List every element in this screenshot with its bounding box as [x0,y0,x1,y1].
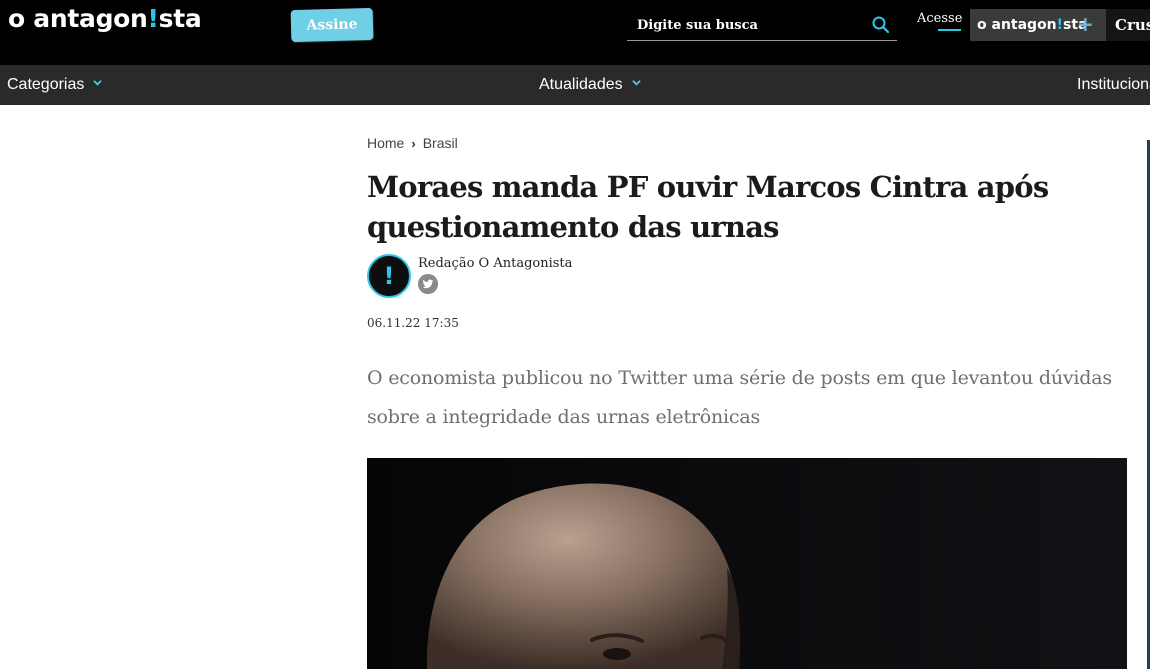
partner-brand-button[interactable]: Crusoé [1106,9,1150,41]
search-input[interactable] [627,12,862,39]
nav-updates-label: Atualidades [539,76,623,93]
site-logo[interactable]: o antagon!sta [8,4,202,33]
plus-icon: + [1077,12,1094,36]
search-bar [627,12,897,41]
login-label: Acesse [917,11,963,26]
breadcrumb-section[interactable]: Brasil [423,135,458,151]
subscribe-button[interactable]: Assine [290,7,374,43]
search-icon[interactable] [871,15,891,35]
author-name[interactable]: Redação O Antagonista [418,256,572,271]
plus-brand-text: o antagon [977,17,1057,33]
nav-updates[interactable]: Atualidades [539,65,641,105]
login-underline [938,29,961,31]
logo-text: o antagon [8,4,148,33]
breadcrumb-home[interactable]: Home [367,135,404,151]
login-link[interactable]: Acesse [917,11,962,31]
article-photo [367,458,1127,669]
logo-exclamation: ! [147,4,159,33]
nav-institutional[interactable]: Institucional [1077,65,1150,105]
avatar-exclamation: ! [383,262,395,290]
author-avatar[interactable]: ! [367,254,411,298]
nav-categories[interactable]: Categorias [7,65,103,105]
chevron-down-icon [631,80,641,86]
publish-date: 06.11.22 17:35 [367,316,459,330]
chevron-down-icon [93,80,103,86]
article-headline: Moraes manda PF ouvir Marcos Cintra após… [367,170,1049,244]
nav-categories-label: Categorias [7,76,85,93]
main-nav: Categorias Atualidades Institucional [0,65,1150,105]
nav-institutional-label: Institucional [1077,76,1150,93]
logo-text-end: sta [158,4,202,33]
top-header: o antagon!sta Assine Acesse o antagon!st… [0,0,1150,65]
plus-brand-button[interactable]: o antagon!sta + [970,9,1106,41]
breadcrumb: Home › Brasil [367,135,458,151]
twitter-icon[interactable] [418,274,438,294]
article-photo-image [367,458,1127,669]
article-lead: O economista publicou no Twitter uma sér… [367,367,1112,428]
breadcrumb-separator-icon: › [411,136,416,151]
